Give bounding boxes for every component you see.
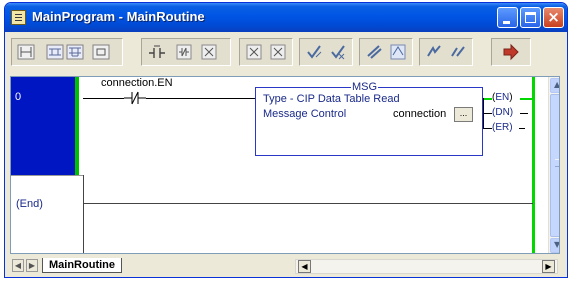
msg-instruction-block[interactable]: MSG Type - CIP Data Table Read Message C… — [255, 81, 483, 156]
ladder-editor[interactable]: 0 (End) connection.EN MSG Type - CIP Dat… — [10, 76, 560, 254]
close-button[interactable]: × — [543, 7, 564, 28]
minimize-icon — [503, 21, 510, 24]
message-type: Type - CIP Data Table Read — [263, 93, 400, 105]
scroll-down-button[interactable]: ▼ — [550, 238, 560, 253]
window-title: MainProgram - MainRoutine — [32, 9, 205, 24]
undo-edit-icon[interactable] — [449, 43, 467, 61]
left-power-rail — [83, 175, 84, 253]
tab-scroll-right-button[interactable]: ▶ — [26, 259, 38, 272]
toolbar-group-check — [299, 38, 353, 66]
flag-en: (EN) — [492, 92, 513, 103]
en-wire-out — [520, 98, 532, 100]
scroll-right-button[interactable]: ▶ — [542, 260, 555, 273]
message-config-button[interactable]: ... — [454, 107, 473, 122]
right-power-rail — [532, 77, 535, 253]
delete-icon[interactable] — [425, 43, 443, 61]
close-icon: × — [547, 8, 560, 26]
chevron-down-icon: ▼ — [554, 240, 560, 249]
message-control-tag[interactable]: connection — [393, 108, 446, 120]
message-control-label: Message Control — [263, 108, 347, 120]
er-wire-out — [519, 128, 525, 129]
routine-icon — [11, 10, 26, 25]
flag-vertical-wire — [483, 98, 484, 129]
maximize-button[interactable] — [520, 7, 541, 28]
tab-scroll-left-button[interactable]: ◀ — [12, 259, 24, 272]
minimize-button[interactable] — [497, 7, 518, 28]
xic-contact-icon[interactable] — [148, 43, 166, 61]
branch-end-icon[interactable] — [92, 43, 110, 61]
instruction-toolbar — [11, 38, 561, 68]
xio-contact-icon[interactable] — [175, 43, 193, 61]
scroll-up-button[interactable]: ▲ — [550, 78, 560, 93]
osr-icon[interactable] — [329, 43, 347, 61]
scroll-left-button[interactable]: ◀ — [298, 260, 311, 273]
dn-wire — [483, 113, 492, 114]
otl-coil-icon[interactable] — [269, 43, 287, 61]
ons-icon[interactable] — [200, 43, 218, 61]
instruction-name: MSG — [351, 81, 379, 93]
maximize-icon — [525, 12, 536, 23]
end-rung-line — [83, 203, 533, 204]
ote-coil-icon[interactable] — [245, 43, 263, 61]
rung-number: 0 — [15, 91, 22, 103]
go-to-icon[interactable] — [502, 43, 520, 61]
horizontal-scrollbar[interactable]: ◀ ▶ — [295, 259, 558, 274]
new-rung-icon[interactable] — [389, 43, 407, 61]
dn-wire-out — [520, 113, 528, 114]
otu-coil-icon[interactable] — [305, 43, 323, 61]
title-bar[interactable]: MainProgram - MainRoutine × — [5, 3, 567, 32]
rung-wire-middle — [146, 98, 255, 99]
toolbar-group-edit — [419, 38, 473, 66]
rung-icon[interactable] — [17, 43, 35, 61]
rung-number-cell[interactable]: 0 — [11, 77, 79, 175]
end-rung-label[interactable]: (End) — [16, 198, 43, 210]
tab-main-routine[interactable]: MainRoutine — [42, 258, 122, 273]
flag-en-label: EN — [495, 92, 510, 103]
flag-er-label: ER — [495, 122, 510, 133]
flag-dn-label: DN — [495, 107, 510, 118]
er-wire — [483, 128, 492, 129]
toolbar-group-goto — [491, 38, 531, 66]
vertical-scrollbar[interactable]: ▲ ▼ — [548, 77, 560, 253]
branch-level-icon[interactable] — [66, 43, 84, 61]
toolbar-group-contacts — [141, 38, 231, 66]
branch-icon[interactable] — [46, 43, 64, 61]
rung-wire-left — [83, 98, 124, 99]
toolbar-group-coils — [239, 38, 293, 66]
vertical-scroll-thumb[interactable] — [550, 94, 559, 237]
chevron-up-icon: ▲ — [554, 80, 560, 89]
flag-dn: (DN) — [492, 107, 514, 118]
en-wire — [483, 98, 492, 100]
xio-contact[interactable] — [124, 91, 146, 105]
rung-divider — [11, 175, 83, 176]
toolbar-group-verify — [359, 38, 413, 66]
toolbar-group-structure — [11, 38, 123, 66]
main-routine-window: MainProgram - MainRoutine × 0 (End) conn… — [4, 2, 568, 278]
scroll-grip-icon — [555, 159, 559, 167]
contact-tag-name[interactable]: connection.EN — [101, 77, 173, 89]
routine-tab-bar: ◀ ▶ MainRoutine ◀ ▶ — [10, 257, 560, 275]
osf-icon[interactable] — [365, 43, 383, 61]
